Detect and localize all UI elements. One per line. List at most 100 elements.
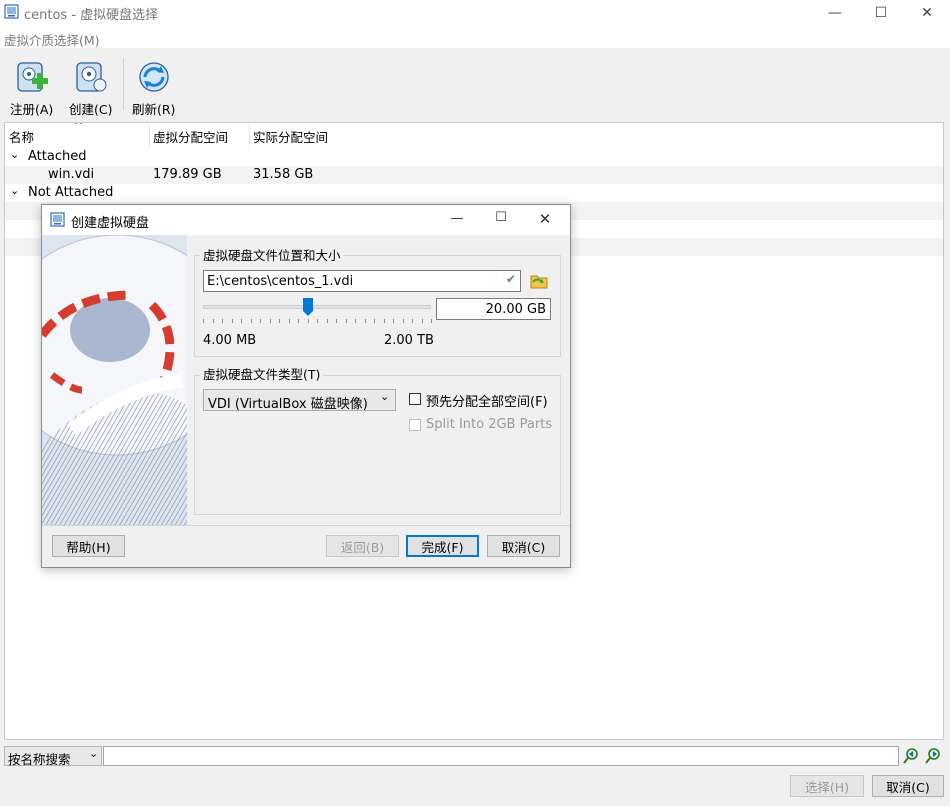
file-type-value: VDI (VirtualBox 磁盘映像) bbox=[208, 397, 368, 412]
menu-bar: 虚拟介质选择(M) bbox=[0, 26, 950, 48]
window-title: centos - 虚拟硬盘选择 bbox=[24, 8, 159, 23]
cancel-button[interactable]: 取消(C) bbox=[872, 775, 944, 797]
slider-tick bbox=[422, 319, 423, 323]
split-label[interactable]: Split Into 2GB Parts bbox=[426, 417, 552, 432]
slider-tick bbox=[393, 319, 394, 323]
slider-tick bbox=[308, 319, 309, 323]
refresh-button[interactable]: 刷新(R) bbox=[132, 60, 175, 118]
virtualbox-icon bbox=[4, 4, 19, 19]
table-row[interactable]: win.vdi 179.89 GB 31.58 GB bbox=[5, 166, 943, 184]
slider-tick bbox=[270, 319, 271, 323]
search-input[interactable] bbox=[103, 746, 899, 766]
slider-tick bbox=[374, 319, 375, 323]
refresh-icon bbox=[139, 62, 169, 92]
title-bar: centos - 虚拟硬盘选择 — ☐ ✕ bbox=[0, 0, 950, 26]
close-button[interactable]: ✕ bbox=[904, 0, 950, 26]
split-checkbox[interactable] bbox=[409, 419, 421, 431]
slider-tick bbox=[384, 319, 385, 323]
slider-tick bbox=[431, 319, 432, 323]
folder-icon[interactable] bbox=[530, 272, 548, 290]
menu-media[interactable]: 虚拟介质选择(M) bbox=[4, 30, 100, 49]
column-virtual-size[interactable]: 虚拟分配空间 bbox=[153, 127, 228, 146]
search-mode-select[interactable]: 按名称搜索 ⌄ bbox=[4, 746, 102, 767]
toolbar-separator bbox=[123, 58, 124, 110]
group-label: Attached bbox=[28, 149, 87, 164]
search-next-icon[interactable] bbox=[924, 747, 942, 765]
slider-tick bbox=[289, 319, 290, 323]
add-button[interactable]: 注册(A) bbox=[10, 60, 53, 118]
slider-ticks bbox=[203, 319, 432, 323]
hard-disk-illustration bbox=[42, 235, 187, 525]
disk-name: win.vdi bbox=[48, 167, 95, 182]
dialog-close-button[interactable]: ✕ bbox=[523, 210, 567, 228]
slider-tick bbox=[403, 319, 404, 323]
slider-tick bbox=[203, 319, 204, 323]
chevron-down-icon[interactable]: ⌄ bbox=[10, 184, 19, 197]
size-max-label: 2.00 TB bbox=[384, 333, 434, 348]
slider-tick bbox=[336, 319, 337, 323]
column-separator bbox=[249, 125, 250, 147]
slider-tick bbox=[232, 319, 233, 323]
slider-tick bbox=[279, 319, 280, 323]
prealloc-label[interactable]: 预先分配全部空间(F) bbox=[426, 391, 548, 410]
column-name[interactable]: 名称 bbox=[9, 127, 34, 146]
search-mode-value: 按名称搜索 bbox=[8, 752, 71, 767]
slider-tick bbox=[327, 319, 328, 323]
slider-tick bbox=[213, 319, 214, 323]
slider-tick bbox=[365, 319, 366, 323]
dialog-title: 创建虚拟硬盘 bbox=[71, 216, 150, 231]
file-type-select[interactable]: VDI (VirtualBox 磁盘映像) ⌄ bbox=[203, 389, 396, 412]
prealloc-checkbox[interactable] bbox=[409, 393, 421, 405]
sort-arrow-icon: ^ bbox=[74, 122, 84, 132]
dialog-title-bar: 创建虚拟硬盘 — ☐ ✕ bbox=[42, 205, 570, 235]
file-type-label: 虚拟硬盘文件类型(T) bbox=[200, 364, 324, 383]
add-disk-icon bbox=[17, 62, 48, 92]
slider-tick bbox=[346, 319, 347, 323]
slider-tick bbox=[355, 319, 356, 323]
slider-tick bbox=[251, 319, 252, 323]
group-label: Not Attached bbox=[28, 185, 114, 200]
minimize-button[interactable]: — bbox=[812, 0, 858, 26]
add-label: 注册(A) bbox=[10, 102, 54, 117]
create-disk-icon bbox=[76, 62, 107, 92]
slider-tick bbox=[317, 319, 318, 323]
slider-tick bbox=[241, 319, 242, 323]
create-disk-dialog: 创建虚拟硬盘 — ☐ ✕ 虚拟硬盘文件位置和大小 E:\centos\cento… bbox=[41, 204, 571, 568]
path-input[interactable]: E:\centos\centos_1.vdi ✔ bbox=[203, 270, 521, 292]
disk-virtual-size: 179.89 GB bbox=[153, 167, 222, 182]
dialog-cancel-button[interactable]: 取消(C) bbox=[487, 535, 560, 557]
column-actual-size[interactable]: 实际分配空间 bbox=[253, 127, 328, 146]
location-size-label: 虚拟硬盘文件位置和大小 bbox=[200, 245, 344, 264]
slider-tick bbox=[260, 319, 261, 323]
size-slider-thumb[interactable] bbox=[302, 298, 313, 316]
refresh-label: 刷新(R) bbox=[132, 102, 176, 117]
size-input[interactable]: 20.00 GB bbox=[436, 298, 551, 320]
dialog-footer-separator bbox=[42, 525, 570, 526]
back-button[interactable]: 返回(B) bbox=[326, 535, 399, 557]
group-row-attached[interactable]: ⌄ Attached bbox=[5, 148, 943, 166]
virtualbox-icon bbox=[50, 212, 65, 227]
help-button[interactable]: 帮助(H) bbox=[52, 535, 125, 557]
disk-actual-size: 31.58 GB bbox=[253, 167, 314, 182]
dialog-maximize-button[interactable]: ☐ bbox=[479, 210, 523, 228]
search-prev-icon[interactable] bbox=[902, 747, 920, 765]
choose-button[interactable]: 选择(H) bbox=[790, 775, 864, 797]
slider-tick bbox=[298, 319, 299, 323]
create-label: 创建(C) bbox=[69, 102, 113, 117]
maximize-button[interactable]: ☐ bbox=[858, 0, 904, 26]
chevron-down-icon[interactable]: ⌄ bbox=[10, 148, 19, 161]
column-separator bbox=[149, 125, 150, 147]
size-min-label: 4.00 MB bbox=[203, 333, 257, 348]
finish-button[interactable]: 完成(F) bbox=[406, 535, 479, 557]
chevron-down-icon: ⌄ bbox=[89, 747, 99, 760]
slider-tick bbox=[412, 319, 413, 323]
check-icon: ✔ bbox=[506, 272, 517, 286]
create-button[interactable]: 创建(C) bbox=[69, 60, 112, 118]
slider-tick bbox=[222, 319, 223, 323]
wizard-graphic bbox=[42, 235, 187, 525]
group-row-not-attached[interactable]: ⌄ Not Attached bbox=[5, 184, 943, 202]
chevron-down-icon: ⌄ bbox=[380, 390, 390, 403]
path-value: E:\centos\centos_1.vdi bbox=[207, 274, 354, 289]
size-slider-track[interactable] bbox=[203, 305, 431, 309]
dialog-minimize-button[interactable]: — bbox=[435, 211, 479, 229]
